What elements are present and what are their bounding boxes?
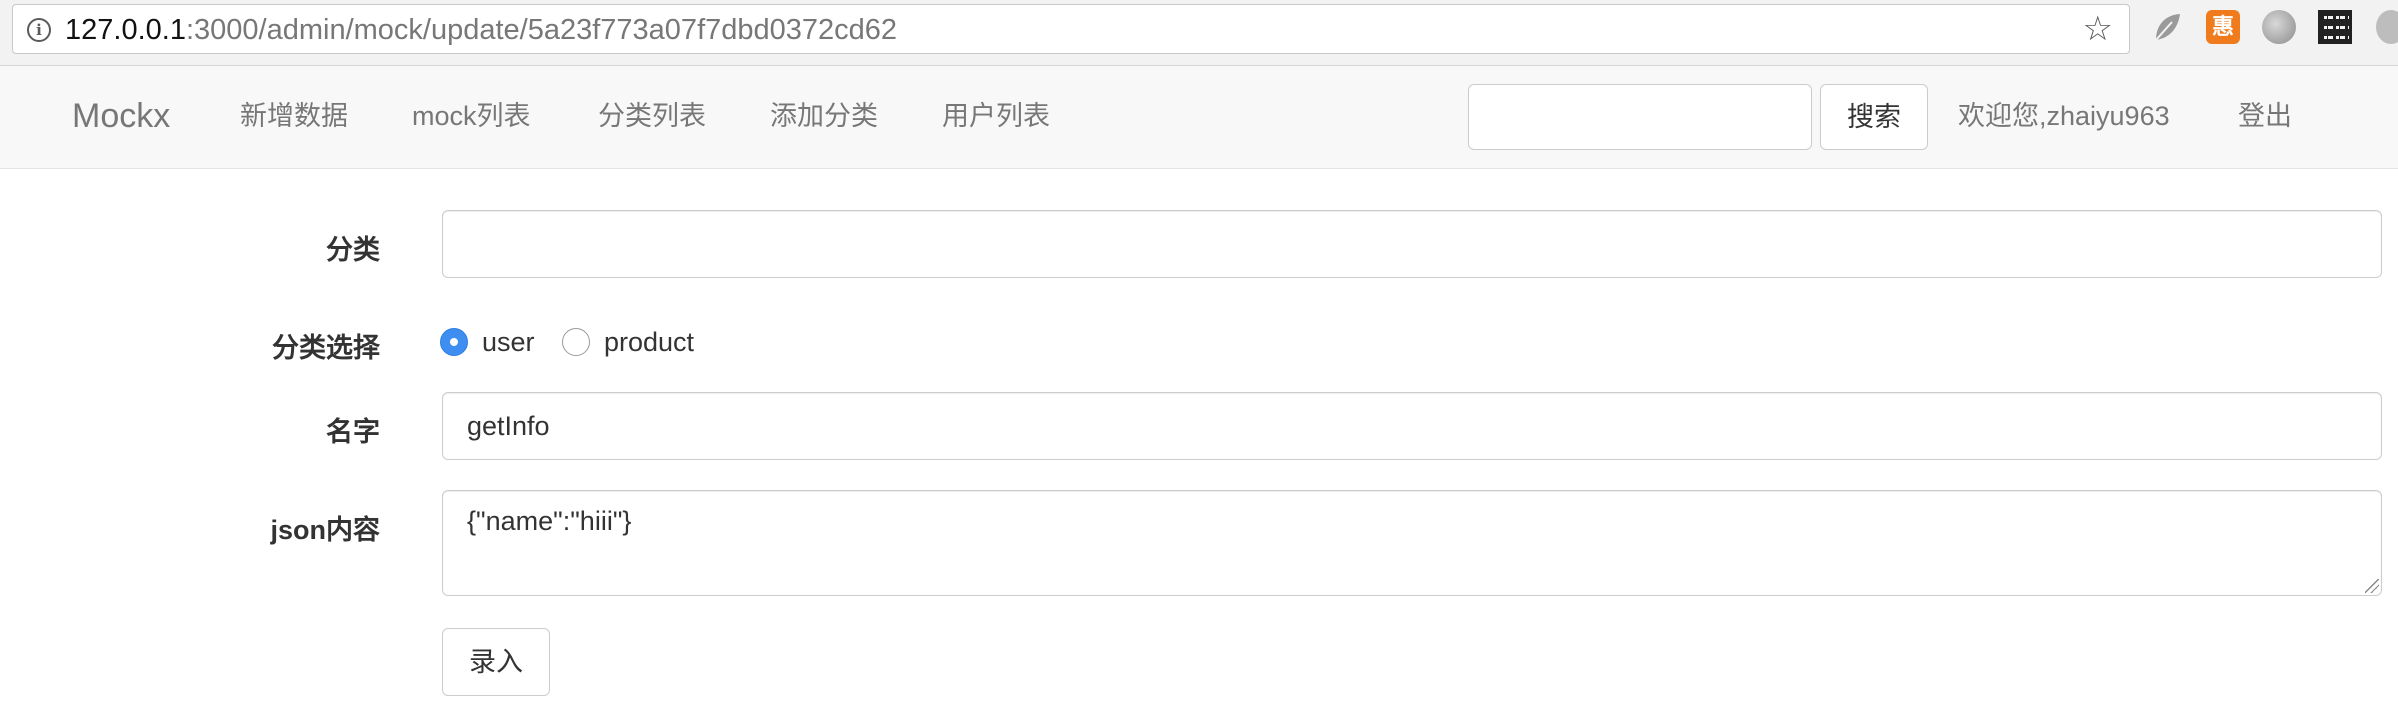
radio-product[interactable]	[562, 328, 590, 356]
more-extension-icon[interactable]	[2376, 10, 2398, 44]
url-host: 127.0.0.1	[65, 14, 186, 46]
name-label: 名字	[326, 417, 380, 447]
resize-handle-icon[interactable]	[2365, 579, 2379, 593]
json-text: {"name":"hiii"}	[467, 506, 632, 536]
nav-user-list[interactable]: 用户列表	[942, 100, 1050, 132]
globe-extension-icon[interactable]	[2262, 10, 2296, 44]
brand-logo[interactable]: Mockx	[72, 96, 170, 136]
leaf-extension-icon[interactable]	[2150, 10, 2184, 44]
url-text[interactable]: 127.0.0.1:3000/admin/mock/update/5a23f77…	[65, 14, 897, 46]
nav-add-data[interactable]: 新增数据	[240, 100, 348, 132]
url-path: :3000/admin/mock/update/5a23f773a07f7dbd…	[185, 14, 898, 46]
category-label: 分类	[326, 235, 380, 265]
submit-button[interactable]: 录入	[442, 628, 550, 696]
app-navbar: Mockx 新增数据 mock列表 分类列表 添加分类 用户列表 搜索 欢迎您,…	[0, 66, 2398, 169]
nav-mock-list[interactable]: mock列表	[412, 100, 531, 132]
json-label: json内容	[270, 515, 380, 545]
radio-product-label[interactable]: product	[604, 326, 694, 358]
search-input[interactable]	[1468, 84, 1812, 150]
json-textarea[interactable]: {"name":"hiii"}	[442, 490, 2382, 596]
search-button[interactable]: 搜索	[1820, 84, 1928, 150]
nav-add-category[interactable]: 添加分类	[770, 100, 878, 132]
browser-toolbar: i 127.0.0.1:3000/admin/mock/update/5a23f…	[0, 0, 2398, 66]
category-select-label: 分类选择	[272, 333, 380, 363]
address-bar[interactable]: i 127.0.0.1:3000/admin/mock/update/5a23f…	[12, 4, 2130, 54]
welcome-user[interactable]: 欢迎您,zhaiyu963	[1958, 100, 2170, 132]
nav-category-list[interactable]: 分类列表	[598, 100, 706, 132]
qr-code-extension-icon[interactable]	[2318, 10, 2352, 44]
radio-user[interactable]	[440, 328, 468, 356]
name-input[interactable]: getInfo	[442, 392, 2382, 460]
orange-extension-icon[interactable]: 惠	[2206, 10, 2240, 44]
category-input[interactable]	[442, 210, 2382, 278]
radio-user-label[interactable]: user	[482, 326, 535, 358]
logout-link[interactable]: 登出	[2238, 100, 2292, 132]
star-icon[interactable]: ☆	[2083, 11, 2113, 47]
info-icon[interactable]: i	[27, 18, 51, 42]
